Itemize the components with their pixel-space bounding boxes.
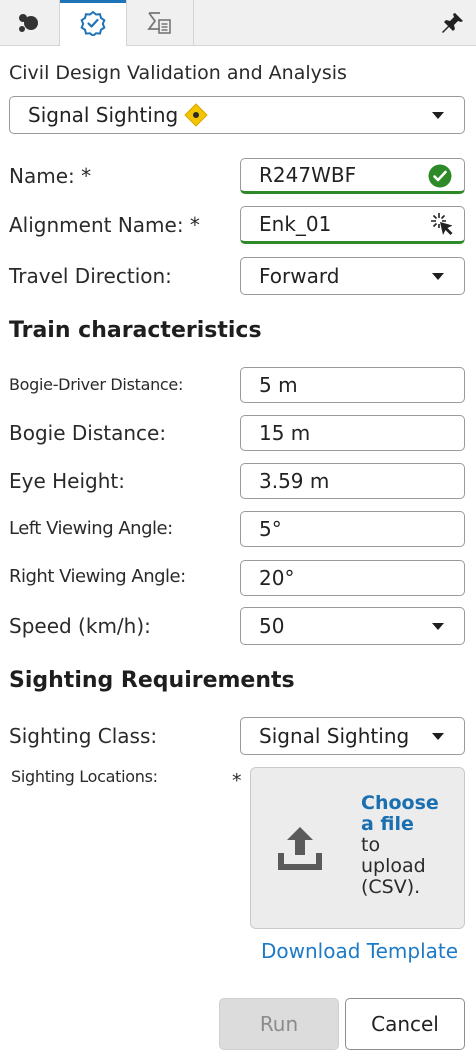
- bogie-driver-input[interactable]: 5 m: [240, 367, 465, 403]
- choose-file-link-line2[interactable]: a file: [361, 814, 461, 835]
- speed-label: Speed (km/h):: [9, 614, 151, 638]
- train-characteristics-heading: Train characteristics: [9, 318, 262, 343]
- bogie-driver-value: 5 m: [259, 373, 298, 397]
- chevron-down-icon: [432, 733, 444, 740]
- chevron-down-icon: [432, 273, 444, 280]
- download-template-link[interactable]: Download Template: [261, 939, 458, 963]
- eye-height-value: 3.59 m: [259, 469, 330, 493]
- pin-icon: [442, 13, 463, 33]
- panel-tab-bar: [0, 0, 476, 46]
- bubbles-icon: [18, 13, 38, 32]
- chevron-down-icon: [432, 623, 444, 630]
- sighting-class-label: Sighting Class:: [9, 724, 158, 748]
- panel-title: Civil Design Validation and Analysis: [9, 62, 347, 84]
- tab-report[interactable]: [127, 0, 194, 45]
- cancel-button[interactable]: Cancel: [345, 998, 465, 1050]
- bogie-driver-label: Bogie-Driver Distance:: [9, 375, 184, 394]
- analysis-type-select[interactable]: Signal Sighting: [9, 96, 465, 134]
- upload-hint-line2: upload: [361, 855, 426, 877]
- speed-value: 50: [259, 614, 285, 638]
- left-viewing-angle-label: Left Viewing Angle:: [9, 518, 173, 539]
- eye-height-input[interactable]: 3.59 m: [240, 463, 465, 499]
- bogie-distance-input[interactable]: 15 m: [240, 415, 465, 451]
- name-value: R247WBF: [259, 163, 357, 187]
- upload-hint-line1: to: [361, 834, 381, 856]
- alignment-value: Enk_01: [259, 212, 332, 236]
- clipboard-sigma-icon: [147, 11, 171, 34]
- travel-direction-label: Travel Direction:: [9, 264, 172, 288]
- check-badge-icon: [80, 10, 106, 36]
- chevron-down-icon: [432, 112, 444, 119]
- alignment-label: Alignment Name: *: [9, 213, 200, 237]
- required-asterisk: *: [232, 770, 242, 792]
- run-button[interactable]: Run: [219, 998, 339, 1050]
- eye-height-label: Eye Height:: [9, 469, 125, 493]
- right-viewing-angle-label: Right Viewing Angle:: [9, 566, 186, 587]
- pick-cursor-icon[interactable]: [430, 212, 454, 238]
- pin-button[interactable]: [438, 8, 468, 38]
- tab-bubbles[interactable]: [0, 0, 60, 45]
- bogie-distance-value: 15 m: [259, 421, 311, 445]
- sighting-requirements-heading: Sighting Requirements: [9, 668, 295, 693]
- check-circle-icon: [428, 164, 452, 188]
- tab-validation[interactable]: [60, 0, 127, 46]
- upload-hint-line3: (CSV).: [361, 876, 421, 898]
- name-input[interactable]: R247WBF: [240, 158, 465, 194]
- file-dropzone[interactable]: Choose a file to upload (CSV).: [250, 767, 465, 929]
- warning-diamond-icon: [184, 103, 208, 127]
- alignment-input[interactable]: Enk_01: [240, 206, 465, 244]
- left-viewing-angle-value: 5°: [259, 517, 282, 541]
- bogie-distance-label: Bogie Distance:: [9, 421, 167, 445]
- left-viewing-angle-input[interactable]: 5°: [240, 511, 465, 547]
- sighting-class-value: Signal Sighting: [259, 724, 410, 748]
- right-viewing-angle-input[interactable]: 20°: [240, 560, 465, 596]
- speed-select[interactable]: 50: [240, 607, 465, 645]
- travel-direction-value: Forward: [259, 264, 340, 288]
- sighting-locations-label: Sighting Locations:: [11, 767, 158, 786]
- name-label: Name: *: [9, 164, 92, 188]
- analysis-type-value: Signal Sighting: [28, 103, 179, 127]
- choose-file-link[interactable]: Choose: [361, 793, 461, 814]
- upload-icon: [278, 827, 322, 870]
- travel-direction-select[interactable]: Forward: [240, 257, 465, 295]
- right-viewing-angle-value: 20°: [259, 566, 295, 590]
- sighting-class-select[interactable]: Signal Sighting: [240, 717, 465, 755]
